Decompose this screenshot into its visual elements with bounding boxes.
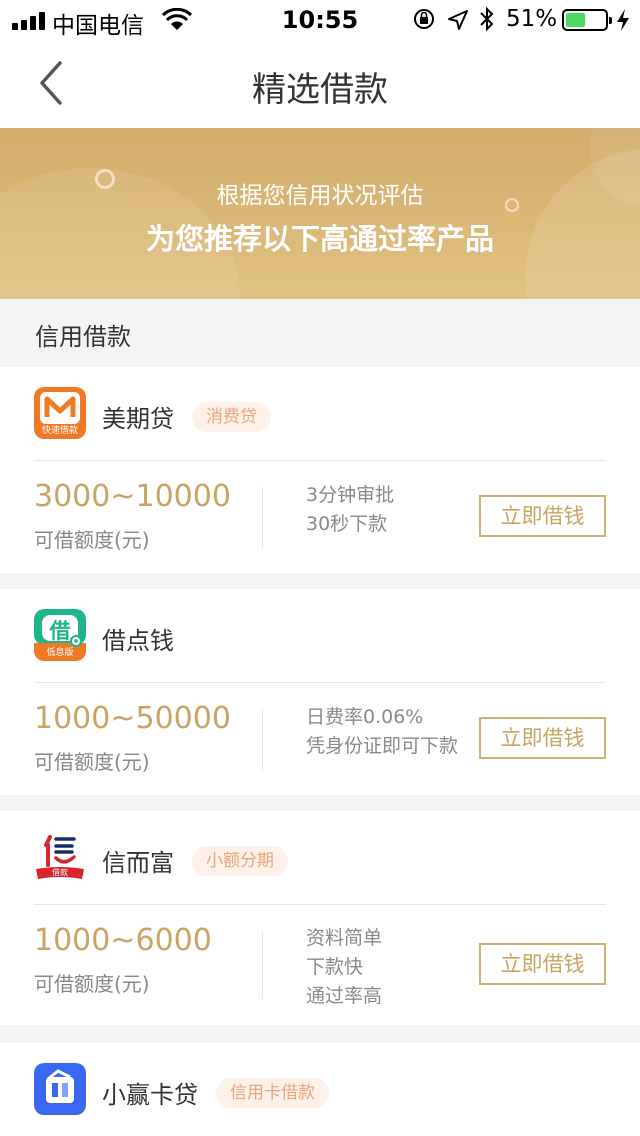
xiaoyingkadai-logo-icon — [34, 1063, 86, 1115]
apply-loan-button[interactable]: 立即借钱 — [479, 717, 606, 759]
location-icon — [448, 10, 468, 30]
battery-percent: 51% — [506, 6, 558, 32]
product-name: 借点钱 — [102, 627, 174, 655]
recommendation-banner: 根据您信用状况评估 为您推荐以下高通过率产品 — [0, 128, 640, 299]
navigation-bar: 精选借款 — [0, 40, 640, 128]
product-name: 信而富 — [102, 849, 174, 877]
loan-recommendation-page: 中国电信 10:55 51% 精选借款 根据您信用状况评估 为您推荐以下高通过率… — [0, 0, 640, 1136]
product-card-xinerfu[interactable]: 借款 信而富 小额分期 1000~6000 可借额度(元) 资料简单 下款快 通… — [0, 811, 640, 1025]
xinerfu-logo-icon: 借款 — [34, 831, 86, 883]
orientation-lock-icon — [414, 9, 434, 29]
banner-headline: 为您推荐以下高通过率产品 — [145, 222, 494, 256]
logo-character: 借 — [49, 619, 71, 643]
section-header: 信用借款 — [0, 299, 640, 367]
jiedianqian-logo-icon: 借 低息版 — [34, 609, 86, 661]
amount-range: 1000~50000 — [34, 701, 231, 736]
feature-text: 下款快 — [306, 956, 364, 978]
product-tag: 小额分期 — [192, 846, 288, 876]
divider — [262, 931, 263, 999]
apply-loan-button[interactable]: 立即借钱 — [479, 495, 606, 537]
product-card-xiaoyingkadai[interactable]: 小赢卡贷 信用卡借款 — [0, 1043, 640, 1136]
logo-caption: 借款 — [52, 868, 68, 877]
divider — [262, 709, 263, 771]
amount-range: 1000~6000 — [34, 923, 212, 958]
section-title: 信用借款 — [35, 323, 131, 351]
meiqidai-logo-icon: 快速借款 — [34, 387, 86, 439]
battery-icon — [562, 9, 612, 31]
status-bar: 中国电信 10:55 51% — [0, 0, 640, 40]
product-name: 美期贷 — [102, 405, 174, 433]
charging-icon — [617, 9, 629, 31]
product-name: 小赢卡贷 — [102, 1081, 198, 1109]
divider — [34, 460, 606, 461]
feature-text: 3分钟审批 — [306, 484, 395, 506]
amount-label: 可借额度(元) — [34, 528, 150, 552]
product-card-meiqidai[interactable]: 快速借款 美期贷 消费贷 3000~10000 可借额度(元) 3分钟审批 30… — [0, 367, 640, 573]
product-card-jiedianqian[interactable]: 借 低息版 借点钱 1000~50000 可借额度(元) 日费率0.06% 凭身… — [0, 589, 640, 795]
feature-text: 日费率0.06% — [306, 706, 424, 728]
logo-caption: 快速借款 — [41, 426, 78, 436]
product-tag: 信用卡借款 — [216, 1078, 329, 1108]
logo-caption: 低息版 — [46, 648, 74, 658]
amount-label: 可借额度(元) — [34, 972, 150, 996]
divider — [34, 682, 606, 683]
feature-text: 资料简单 — [306, 927, 383, 949]
feature-text: 通过率高 — [306, 985, 383, 1007]
amount-label: 可借额度(元) — [34, 750, 150, 774]
divider — [262, 487, 263, 549]
product-tag: 消费贷 — [192, 402, 271, 432]
apply-loan-button[interactable]: 立即借钱 — [479, 943, 606, 985]
bluetooth-icon — [480, 6, 494, 32]
feature-text: 凭身份证即可下款 — [306, 735, 459, 757]
battery-level-fill — [566, 13, 585, 27]
page-title: 精选借款 — [252, 70, 388, 110]
banner-subtitle: 根据您信用状况评估 — [216, 183, 424, 209]
feature-text: 30秒下款 — [306, 513, 388, 535]
amount-range: 3000~10000 — [34, 479, 231, 514]
divider — [34, 904, 606, 905]
